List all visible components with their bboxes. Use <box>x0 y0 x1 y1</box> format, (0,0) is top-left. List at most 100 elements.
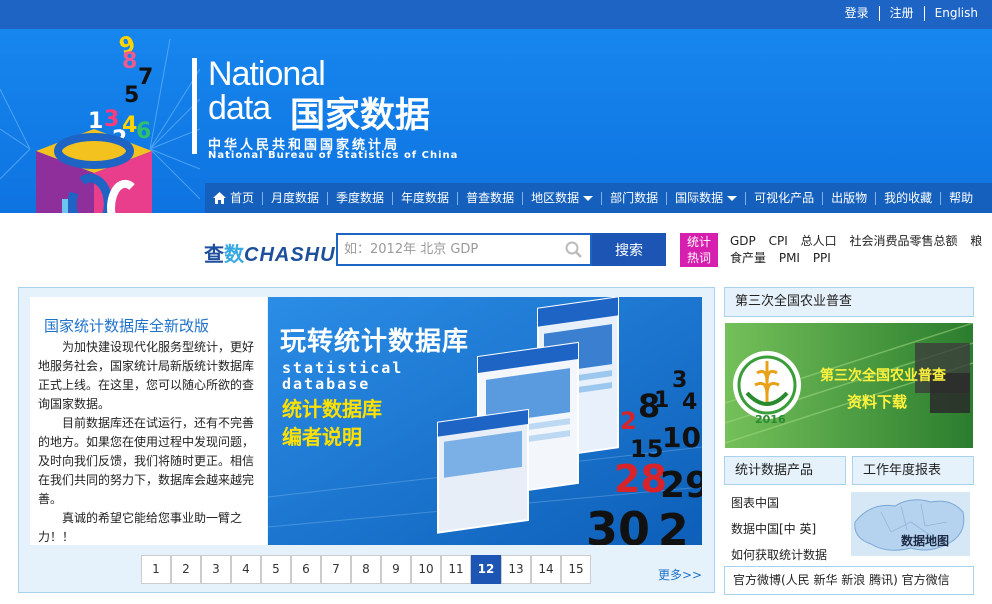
search-button[interactable]: 搜索 <box>592 233 666 266</box>
english-link[interactable]: English <box>923 6 988 21</box>
decorative-number: 8 <box>122 49 138 74</box>
hot-words-label: 统计 热词 <box>680 233 718 267</box>
nav-item-visualization[interactable]: 可视化产品 <box>745 191 822 205</box>
notice-title[interactable]: 国家统计数据库全新改版 <box>44 315 209 336</box>
notice-paragraph: 目前数据库还在试运行，还有不完善的地方。如果您在使用过程中发现问题，及时向我们反… <box>38 416 255 506</box>
chevron-down-icon <box>727 195 738 201</box>
nav-item-regional[interactable]: 地区数据 <box>522 190 601 205</box>
tab-annual-report[interactable]: 工作年度报表 <box>852 456 974 485</box>
hot-word-retail-sales[interactable]: 社会消费品零售总额 <box>849 234 957 248</box>
svg-text:28: 28 <box>614 457 667 501</box>
logo-guojiashuju-text: 国家数据 <box>290 96 431 136</box>
login-link[interactable]: 登录 <box>835 6 879 21</box>
decorative-number: 5 <box>124 83 140 108</box>
svg-text:2: 2 <box>620 407 637 435</box>
nbs-cube-logo <box>36 129 152 213</box>
banner-subtitle-en2: database <box>282 375 371 393</box>
chashu-logo-en: CHASHU <box>244 244 336 266</box>
logo-bureau-en: National Bureau of Statistics of China <box>208 150 459 161</box>
census-download-banner[interactable]: 第三次全国农业普查 资料下载 2016 <box>725 323 973 448</box>
logo-divider <box>192 58 197 154</box>
link-charts-china[interactable]: 图表中国 <box>731 490 827 516</box>
notice-card: 国家统计数据库全新改版 为加快建设现代化服务型统计，更好地服务社会，国家统计局新… <box>30 297 267 545</box>
hot-words-list: GDP CPI 总人口 社会消费品零售总额 粮食产量 PMI PPI <box>730 233 992 267</box>
svg-text:30: 30 <box>586 502 650 545</box>
census-banner-line1: 第三次全国农业普查 <box>820 368 946 384</box>
banner-caption-1: 统计数据库 <box>282 397 382 421</box>
nav-item-favorites[interactable]: 我的收藏 <box>875 191 940 205</box>
nav-item-label: 国际数据 <box>675 190 724 205</box>
nav-item-annual[interactable]: 年度数据 <box>392 191 457 205</box>
page-button[interactable]: 4 <box>231 555 261 584</box>
hot-word-population[interactable]: 总人口 <box>801 234 837 248</box>
page-button[interactable]: 1 <box>141 555 171 584</box>
main-nav: 首页 月度数据 季度数据 年度数据 普查数据 地区数据 部门数据 国际数据 可视… <box>205 183 992 213</box>
page-button[interactable]: 13 <box>501 555 531 584</box>
link-how-to-get-data[interactable]: 如何获取统计数据 <box>731 542 827 568</box>
notice-paragraph: 为加快建设现代化服务型统计，更好地服务社会，国家统计局新版统计数据库正式上线。在… <box>38 340 255 411</box>
slide-pager: 1 2 3 4 5 6 7 8 9 10 11 12 13 14 15 <box>141 555 591 584</box>
census-banner-year: 2016 <box>755 413 786 426</box>
page-button[interactable]: 6 <box>291 555 321 584</box>
data-map-thumbnail[interactable]: 数据地图 <box>851 492 970 556</box>
nav-item-international[interactable]: 国际数据 <box>666 190 745 205</box>
nav-item-home[interactable]: 首页 <box>205 190 262 205</box>
page-button[interactable]: 7 <box>321 555 351 584</box>
census-banner-artwork <box>725 323 973 448</box>
nav-item-department[interactable]: 部门数据 <box>601 191 666 205</box>
hot-label-line1: 统计 <box>686 235 711 249</box>
chevron-down-icon <box>583 195 594 201</box>
top-links: 登录 注册 English <box>835 6 988 21</box>
nav-item-help[interactable]: 帮助 <box>940 191 981 205</box>
notice-paragraph: 真诚的希望它能给您事业助一臂之力！！ <box>38 511 243 544</box>
register-link[interactable]: 注册 <box>878 6 924 21</box>
decorative-number: 7 <box>138 65 154 90</box>
chashu-logo-cha: 查 <box>204 242 224 266</box>
nav-item-label: 首页 <box>230 190 255 205</box>
hot-word-pmi[interactable]: PMI <box>779 251 800 265</box>
census-banner-line2: 资料下载 <box>847 393 908 411</box>
more-link[interactable]: 更多>> <box>658 566 702 583</box>
home-icon <box>213 191 226 204</box>
database-banner[interactable]: 3 1 4 8 10 2 15 28 29 30 2 玩转统计数据库 stati… <box>268 297 702 545</box>
banner-caption-2: 编者说明 <box>282 425 362 449</box>
svg-text:2: 2 <box>658 505 689 545</box>
page-button[interactable]: 5 <box>261 555 291 584</box>
hot-word-cpi[interactable]: CPI <box>769 234 788 248</box>
top-bar: 登录 注册 English <box>0 0 992 29</box>
page-button[interactable]: 3 <box>201 555 231 584</box>
data-products-links: 图表中国 数据中国[中 英] 如何获取统计数据 <box>731 490 827 568</box>
svg-text:10: 10 <box>662 421 701 454</box>
nav-item-label: 地区数据 <box>531 190 580 205</box>
link-data-china[interactable]: 数据中国[中 英] <box>731 516 827 542</box>
nav-item-quarterly[interactable]: 季度数据 <box>327 191 392 205</box>
svg-text:29: 29 <box>660 465 702 506</box>
svg-text:8: 8 <box>638 387 660 425</box>
page-button[interactable]: 15 <box>561 555 591 584</box>
page-button[interactable]: 2 <box>171 555 201 584</box>
page-button[interactable]: 14 <box>531 555 561 584</box>
nav-item-publications[interactable]: 出版物 <box>822 191 875 205</box>
page-button[interactable]: 9 <box>381 555 411 584</box>
svg-text:4: 4 <box>682 390 697 415</box>
hot-word-gdp[interactable]: GDP <box>730 234 756 248</box>
census-header[interactable]: 第三次全国农业普查 <box>724 287 974 317</box>
data-map-label: 数据地图 <box>901 534 950 548</box>
search-box <box>336 233 592 266</box>
banner-title: 玩转统计数据库 <box>280 327 470 357</box>
nav-item-monthly[interactable]: 月度数据 <box>262 191 327 205</box>
search-input[interactable] <box>338 235 558 264</box>
logo-data-text: data <box>208 89 271 127</box>
page-button[interactable]: 8 <box>351 555 381 584</box>
chashu-logo-shu: 数 <box>224 242 244 266</box>
page-button[interactable]: 10 <box>411 555 441 584</box>
page-button[interactable]: 11 <box>441 555 471 584</box>
official-weibo-wechat[interactable]: 官方微博(人民 新华 新浪 腾讯) 官方微信 <box>724 566 974 595</box>
notice-body: 为加快建设现代化服务型统计，更好地服务社会，国家统计局新版统计数据库正式上线。在… <box>38 338 260 547</box>
chashu-logo: 查数CHASHU <box>204 238 336 267</box>
search-icon <box>565 241 582 258</box>
hot-word-ppi[interactable]: PPI <box>813 251 831 265</box>
nav-item-census[interactable]: 普查数据 <box>457 191 522 205</box>
page-button[interactable]: 12 <box>471 555 501 584</box>
tab-data-products[interactable]: 统计数据产品 <box>724 456 846 485</box>
